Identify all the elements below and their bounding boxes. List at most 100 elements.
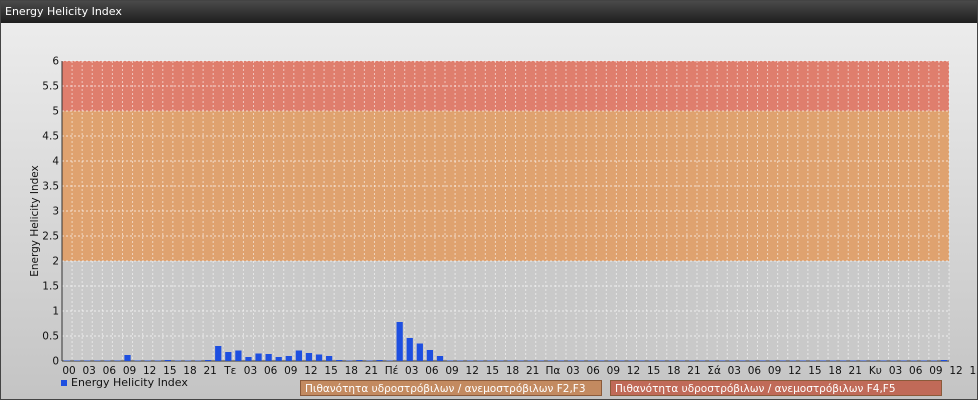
x-tick-label: 09: [768, 365, 781, 377]
window-title: Energy Helicity Index: [1, 1, 977, 23]
bar: [255, 353, 262, 361]
bar: [275, 357, 282, 361]
y-tick-label: 4: [52, 156, 59, 168]
bar: [245, 357, 252, 361]
x-tick-label: 12: [627, 365, 640, 377]
bar: [265, 354, 272, 361]
bar: [527, 360, 534, 361]
bar: [537, 360, 544, 361]
legend-swatch: [61, 379, 67, 386]
bar: [618, 360, 625, 361]
x-tick-label: 18: [345, 365, 358, 377]
bar: [467, 360, 474, 361]
y-tick-label: 5.5: [42, 81, 59, 93]
bar: [84, 360, 91, 361]
y-tick-label: 2.5: [42, 231, 59, 243]
bar: [698, 360, 706, 361]
x-tick-label: 12: [466, 365, 479, 377]
x-tick-label: 03: [889, 365, 902, 377]
bar: [890, 360, 897, 361]
bar: [487, 360, 494, 361]
x-tick-label: 06: [748, 365, 762, 377]
bar: [63, 360, 71, 361]
bar: [638, 360, 645, 361]
x-tick-label: 21: [203, 365, 216, 377]
y-tick-label: 4.5: [42, 131, 59, 143]
x-tick-label: 09: [445, 365, 458, 377]
bar: [567, 360, 575, 361]
bar: [305, 353, 313, 361]
bar: [557, 360, 565, 361]
bar: [880, 360, 887, 361]
y-tick-label: 2: [52, 256, 59, 268]
x-tick-label: Τε: [223, 365, 236, 377]
bar: [225, 352, 232, 361]
bar: [295, 350, 302, 361]
x-tick-label: 15: [486, 365, 499, 377]
x-tick-label: 03: [405, 365, 418, 377]
y-tick-label: 6: [52, 56, 59, 68]
x-tick-label: 18: [828, 365, 841, 377]
legend-label: Energy Helicity Index: [71, 376, 188, 389]
bar: [588, 360, 595, 361]
bar: [719, 360, 726, 361]
x-tick-label: 21: [849, 365, 862, 377]
bar: [124, 355, 131, 361]
bar: [457, 360, 464, 361]
bar: [426, 350, 434, 361]
bar: [598, 360, 605, 361]
bar: [819, 360, 827, 361]
x-tick-label: 06: [909, 365, 923, 377]
x-tick-label: 15: [808, 365, 821, 377]
bar: [608, 360, 615, 361]
bar: [396, 322, 403, 361]
bar: [739, 360, 746, 361]
bar: [134, 360, 141, 361]
bar: [688, 360, 696, 361]
x-tick-label: 21: [687, 365, 700, 377]
bar: [860, 360, 867, 361]
bar: [507, 360, 514, 361]
y-tick-label: 3: [52, 206, 59, 218]
bar: [779, 360, 786, 361]
bar: [446, 360, 454, 361]
chart-window: Energy Helicity Index 0 0.5 1 1.5 2 2.5 3 3.5 4 4…: [0, 0, 978, 400]
bar: [850, 360, 857, 361]
bar: [829, 360, 837, 361]
bar: [809, 360, 817, 361]
bar: [356, 360, 363, 361]
bar: [205, 360, 212, 361]
bar: [184, 360, 192, 361]
bar: [174, 360, 182, 361]
x-tick-label: 12: [304, 365, 317, 377]
bar: [215, 346, 222, 361]
bar: [759, 360, 766, 361]
x-tick-label: 03: [728, 365, 741, 377]
bar: [416, 343, 423, 361]
y-axis-label: Energy Helicity Index: [29, 165, 41, 277]
bar: [325, 356, 333, 361]
bar: [376, 360, 383, 361]
bar: [436, 356, 444, 361]
bar: [194, 360, 202, 361]
bar: [406, 338, 413, 361]
x-tick-label: 15: [324, 365, 337, 377]
bar: [144, 360, 151, 361]
y-tick-label: 0: [52, 356, 59, 368]
x-tick-label: 18: [667, 365, 680, 377]
bar: [104, 360, 111, 361]
y-tick-label: 5: [52, 106, 59, 118]
bar: [235, 350, 242, 361]
bar: [668, 360, 675, 361]
bar: [154, 360, 161, 361]
x-tick-label: 09: [284, 365, 297, 377]
bar: [709, 360, 716, 361]
bar: [346, 360, 353, 361]
bar: [628, 360, 635, 361]
bar: [749, 360, 756, 361]
bar: [920, 360, 927, 361]
bar: [729, 360, 736, 361]
bar: [678, 360, 686, 361]
bar: [910, 360, 917, 361]
y-tick-label: 0.5: [42, 331, 59, 343]
